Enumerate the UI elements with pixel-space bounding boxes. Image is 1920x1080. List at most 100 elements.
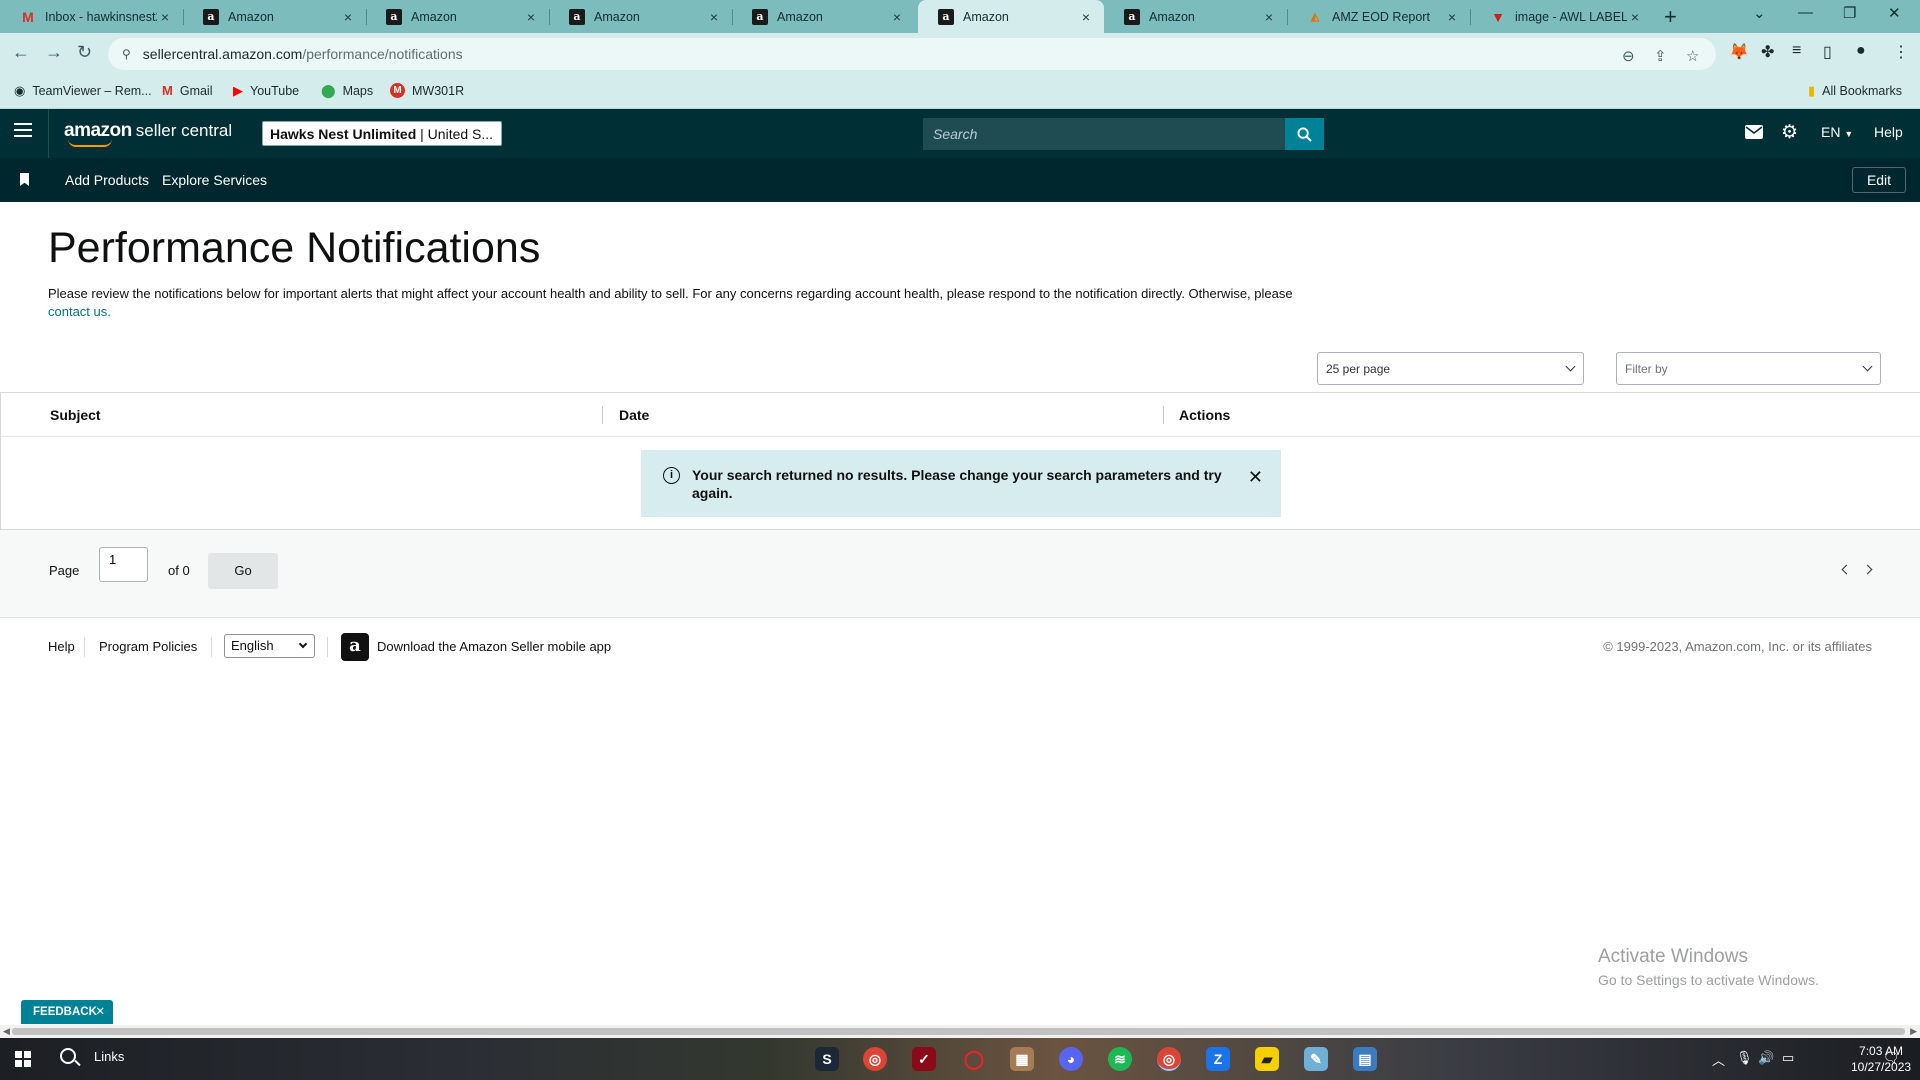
bookmark-youtube[interactable]: ▶ YouTube (233, 83, 299, 99)
per-page-select[interactable]: 25 per page (1317, 352, 1584, 385)
bookmark-teamviewer[interactable]: ◉ TeamViewer – Rem... (14, 83, 152, 99)
bookmark-maps[interactable]: ⬤ Maps (321, 83, 373, 99)
filter-select[interactable]: Filter by (1616, 352, 1881, 385)
volume-icon[interactable]: 🔊 (1758, 1050, 1774, 1066)
calculator-icon[interactable]: ▤ (1353, 1047, 1377, 1071)
photo-app-icon[interactable]: ▦ (1010, 1047, 1034, 1071)
side-panel-icon[interactable]: ▯ (1823, 42, 1832, 62)
column-actions[interactable]: Actions (1179, 407, 1230, 423)
amazon-seller-central-logo[interactable]: amazon seller central (64, 120, 232, 147)
column-subject[interactable]: Subject (50, 407, 101, 423)
notepad-icon[interactable]: ✎ (1304, 1047, 1328, 1071)
close-icon[interactable]: × (889, 9, 905, 25)
app-icon[interactable]: ✓ (912, 1047, 936, 1071)
program-policies-link[interactable]: Program Policies (99, 639, 197, 654)
browser-tab[interactable]: ▼ image - AWL LABEL × (1470, 0, 1653, 33)
extensions-icon[interactable]: ✤ (1761, 42, 1774, 62)
show-hidden-icons[interactable]: ︿ (1712, 1050, 1725, 1069)
browser-tab[interactable]: a Amazon × (183, 0, 366, 33)
go-button[interactable]: Go (208, 553, 278, 589)
forward-icon[interactable]: → (45, 42, 63, 63)
windows-start-icon[interactable] (15, 1051, 31, 1067)
reload-icon[interactable]: ↻ (77, 42, 92, 63)
close-icon[interactable]: × (1627, 9, 1643, 25)
gear-icon[interactable]: ⚙ (1781, 121, 1798, 144)
previous-page-icon[interactable] (1841, 564, 1852, 575)
sticky-notes-icon[interactable]: ▰ (1255, 1047, 1279, 1071)
notifications-icon[interactable]: 🗨 (1883, 1050, 1900, 1066)
scroll-left-icon[interactable]: ◀ (3, 1026, 10, 1037)
steam-icon[interactable]: S (815, 1047, 839, 1071)
edit-nav-button[interactable]: Edit (1852, 167, 1906, 193)
network-icon[interactable]: ▭ (1782, 1050, 1794, 1066)
close-icon[interactable]: × (706, 9, 722, 25)
awl-icon: ▼ (1491, 8, 1505, 25)
tab-search-icon[interactable]: ⌄ (1753, 4, 1766, 22)
mail-icon[interactable] (1745, 125, 1763, 142)
contact-us-link[interactable]: contact us. (48, 304, 111, 319)
taskbar-search[interactable]: Links (60, 1048, 124, 1064)
taskbar-clock[interactable]: 7:03 AM 10/27/2023 (1851, 1043, 1911, 1075)
back-icon[interactable]: ← (12, 42, 30, 63)
metamask-icon[interactable]: 🦊 (1729, 42, 1749, 62)
search-input[interactable]: Search (923, 118, 1285, 150)
close-icon[interactable]: ✕ (95, 1000, 105, 1024)
nav-explore-services[interactable]: Explore Services (162, 172, 267, 188)
language-selector[interactable]: EN ▼ (1821, 124, 1853, 140)
horizontal-scrollbar[interactable]: ◀ ▶ (0, 1025, 1920, 1038)
share-icon[interactable]: ⇪ (1654, 47, 1667, 65)
bookmark-gmail[interactable]: M Gmail (162, 83, 213, 98)
bookmark-icon[interactable] (20, 173, 29, 186)
scrollbar-thumb[interactable] (12, 1028, 1905, 1035)
all-bookmarks[interactable]: ▮ All Bookmarks (1808, 83, 1902, 99)
browser-tab[interactable]: ◭ AMZ EOD Report × (1287, 0, 1470, 33)
browser-tab[interactable]: a Amazon × (366, 0, 549, 33)
microphone-icon[interactable]: 🎙 (1736, 1050, 1753, 1066)
restore-icon[interactable]: ❐ (1843, 4, 1856, 22)
hamburger-menu-icon[interactable] (14, 123, 32, 141)
minimize-icon[interactable]: — (1798, 4, 1813, 21)
close-icon[interactable]: × (157, 9, 173, 25)
browser-tab-active[interactable]: a Amazon × (918, 0, 1104, 33)
install-app-icon[interactable]: ⊖ (1622, 47, 1635, 65)
site-info-icon[interactable]: ⚲ (122, 47, 131, 61)
address-bar[interactable]: ⚲ sellercentral.amazon.com/performance/n… (108, 38, 1716, 70)
close-icon[interactable]: × (1444, 9, 1460, 25)
close-icon[interactable]: × (523, 9, 539, 25)
menu-kebab-icon[interactable]: ⋮ (1893, 42, 1909, 62)
close-window-icon[interactable]: ✕ (1888, 4, 1901, 22)
browser-tab[interactable]: M Inbox - hawkinsnest2... × (0, 0, 183, 33)
close-icon[interactable]: ✕ (1248, 467, 1263, 488)
footer-help-link[interactable]: Help (48, 639, 75, 654)
bookmark-mw301r[interactable]: M MW301R (390, 83, 464, 98)
spotify-icon[interactable]: ≋ (1108, 1047, 1132, 1071)
feedback-button[interactable]: FEEDBACK ✕ (21, 1000, 113, 1024)
footer-language-select[interactable]: English (224, 634, 315, 658)
scroll-right-icon[interactable]: ▶ (1910, 1026, 1917, 1037)
profile-avatar[interactable]: ● (1856, 42, 1866, 60)
chrome-icon[interactable]: ◎ (863, 1047, 887, 1071)
close-icon[interactable]: × (340, 9, 356, 25)
discord-icon[interactable]: ◕ (1059, 1047, 1083, 1071)
account-switcher[interactable]: Hawks Nest Unlimited | United S... (262, 121, 502, 146)
amazon-app-icon[interactable]: a (341, 633, 369, 661)
taskbar-search-label: Links (94, 1048, 125, 1064)
header-help-link[interactable]: Help (1874, 124, 1903, 140)
star-icon[interactable]: ☆ (1686, 47, 1699, 65)
close-icon[interactable]: × (1261, 9, 1277, 25)
zoom-icon[interactable]: Z (1206, 1047, 1230, 1071)
opera-icon[interactable]: ◯ (962, 1047, 986, 1071)
chrome-active-icon[interactable]: ◎ (1157, 1047, 1181, 1071)
column-date[interactable]: Date (619, 407, 649, 423)
download-app-link[interactable]: Download the Amazon Seller mobile app (377, 639, 611, 654)
page-number-input[interactable] (99, 547, 148, 582)
search-button[interactable] (1285, 118, 1324, 150)
browser-tab[interactable]: a Amazon × (1104, 0, 1287, 33)
close-icon[interactable]: × (1078, 9, 1094, 25)
nav-add-products[interactable]: Add Products (65, 172, 149, 188)
browser-tab[interactable]: a Amazon × (732, 0, 915, 33)
new-tab-button[interactable]: + (1664, 4, 1677, 30)
browser-tab[interactable]: a Amazon × (549, 0, 732, 33)
media-queue-icon[interactable]: ≡ (1792, 42, 1801, 60)
next-page-icon[interactable] (1862, 564, 1873, 575)
